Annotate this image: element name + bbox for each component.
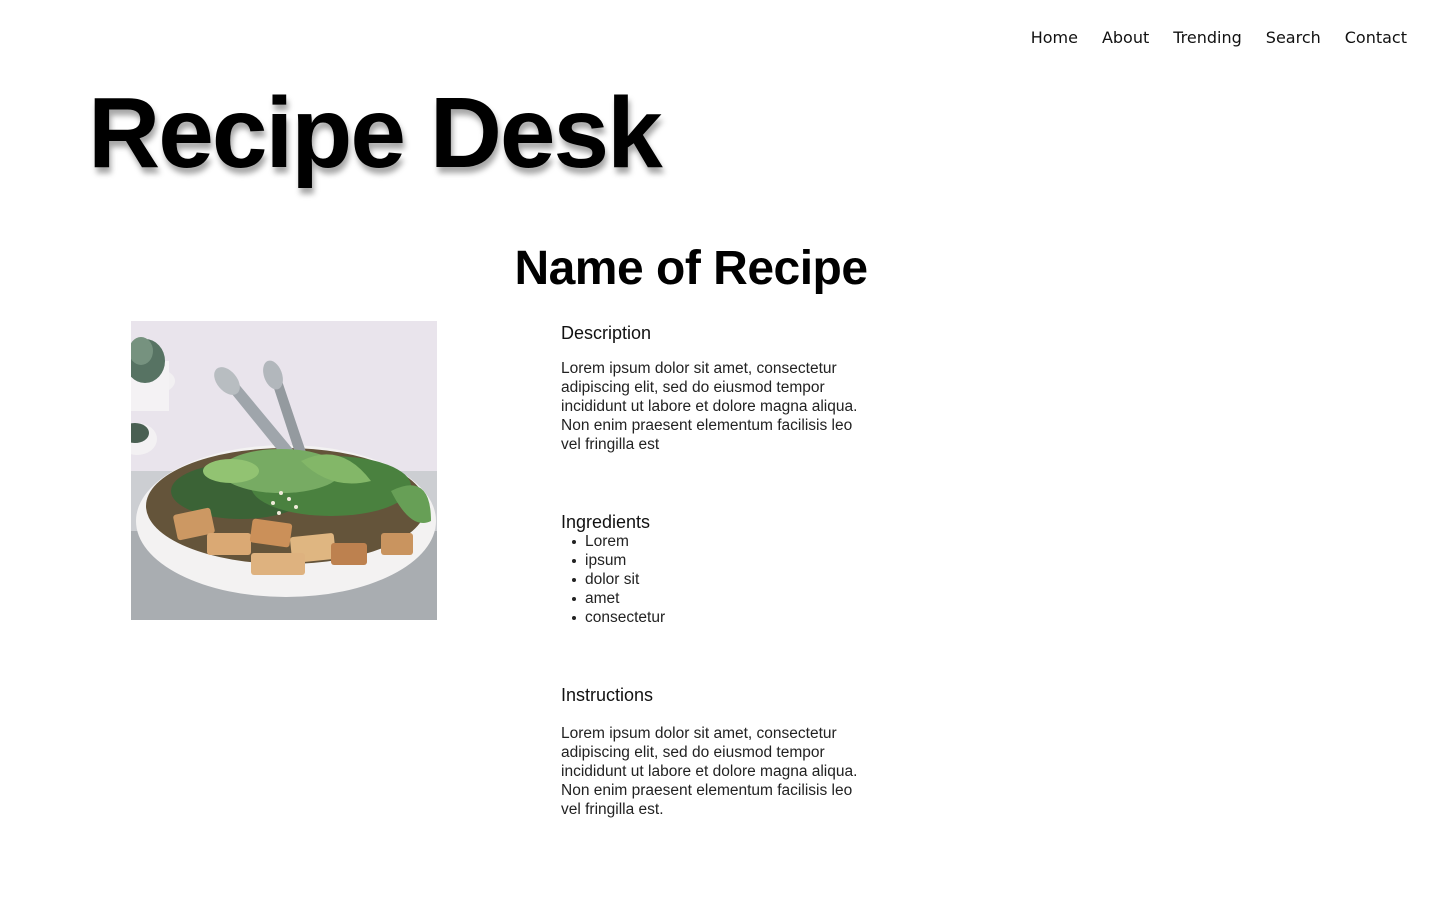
- ingredient-item: consectetur: [561, 608, 665, 627]
- instructions-text: Lorem ipsum dolor sit amet, consectetur …: [561, 725, 858, 818]
- top-nav: Home About Trending Search Contact: [1007, 28, 1407, 48]
- description-heading: Description: [561, 323, 652, 343]
- ingredients-list: Lorem ipsum dolor sit amet consectetur: [561, 532, 665, 627]
- recipe-title: Name of Recipe: [514, 242, 868, 295]
- ingredient-item: ipsum: [561, 551, 665, 570]
- ingredient-item: Lorem: [561, 532, 665, 551]
- nav-about-link[interactable]: About: [1102, 28, 1149, 48]
- ingredient-item: dolor sit: [561, 570, 665, 589]
- instructions-heading: Instructions: [561, 685, 654, 705]
- ingredients-heading: Ingredients: [561, 512, 651, 532]
- food-bowl-illustration: [131, 321, 437, 620]
- recipe-photo: [131, 321, 437, 620]
- nav-home-link[interactable]: Home: [1031, 28, 1078, 48]
- ingredient-item: amet: [561, 589, 665, 608]
- nav-search-link[interactable]: Search: [1266, 28, 1321, 48]
- page: Home About Trending Search Contact Recip…: [0, 0, 1440, 900]
- site-title: Recipe Desk: [88, 77, 663, 189]
- description-text: Lorem ipsum dolor sit amet, consectetur …: [561, 360, 858, 453]
- nav-contact-link[interactable]: Contact: [1345, 28, 1407, 48]
- nav-trending-link[interactable]: Trending: [1173, 28, 1242, 48]
